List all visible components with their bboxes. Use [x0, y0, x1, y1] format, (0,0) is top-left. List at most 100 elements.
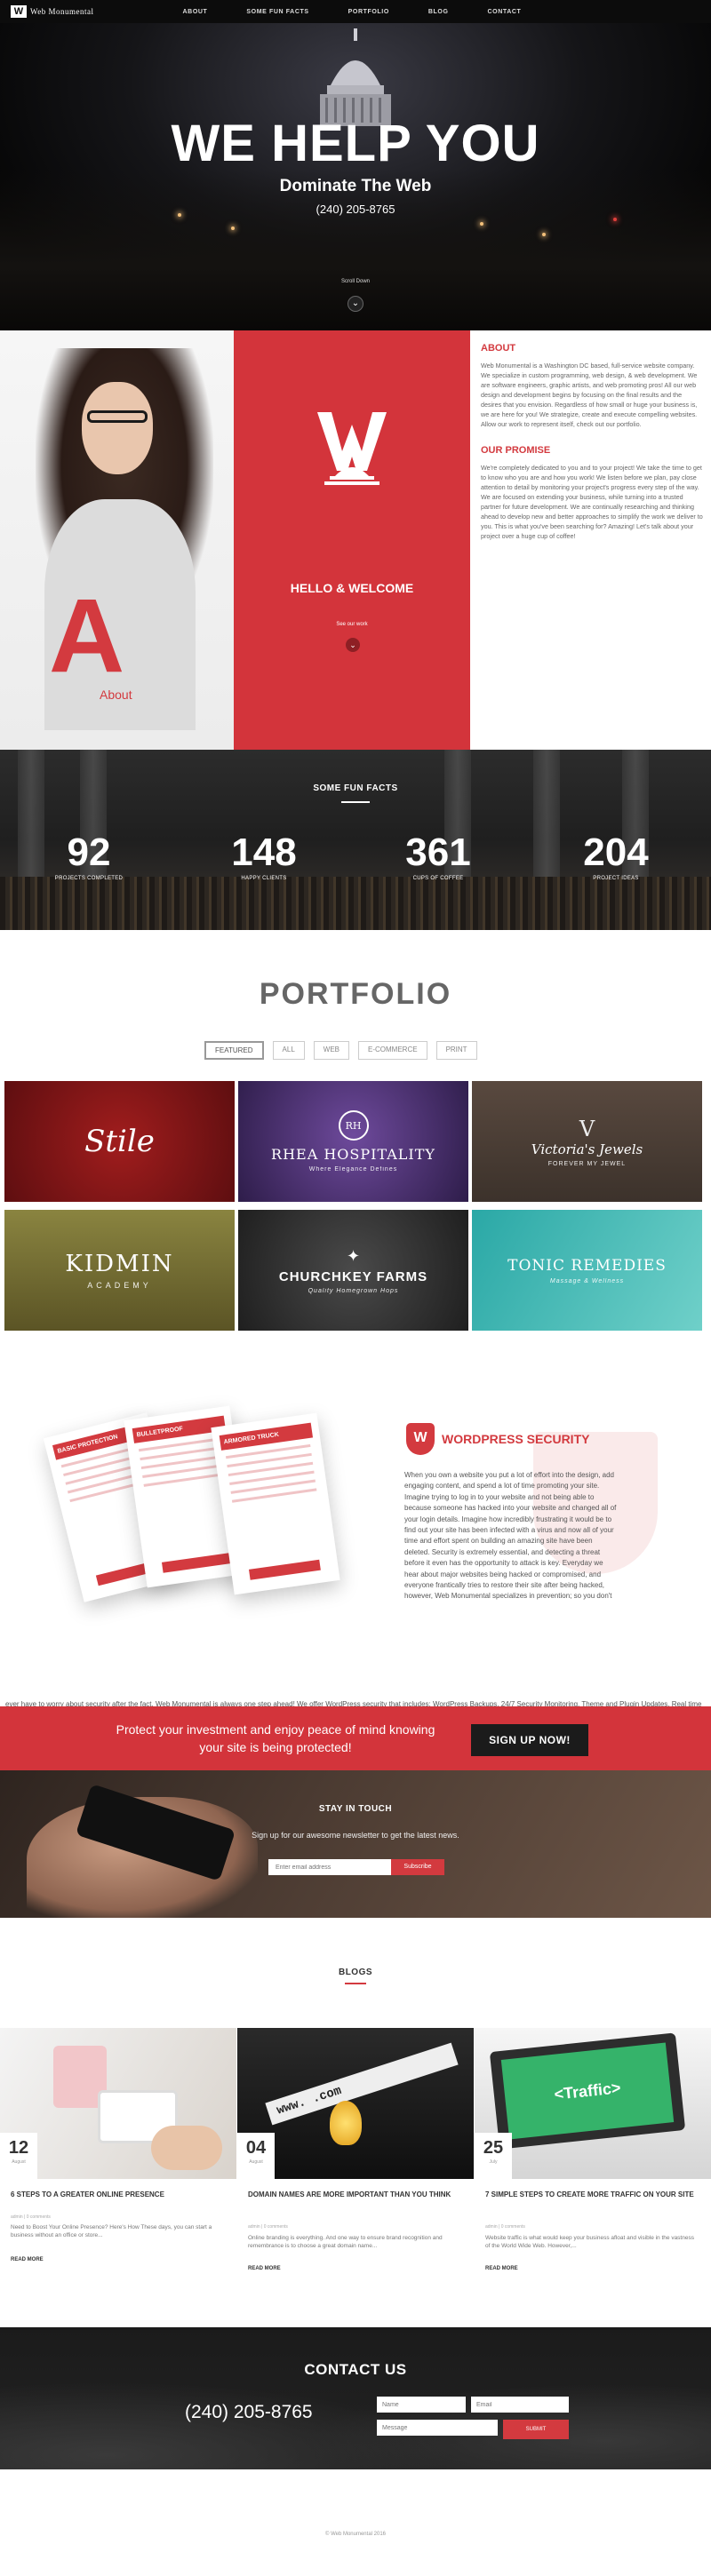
- read-more-link[interactable]: READ MORE: [11, 2257, 44, 2262]
- facts-heading: SOME FUN FACTS: [313, 783, 398, 793]
- security-paragraph: When you own a website you put a lot of …: [404, 1471, 617, 1601]
- contact-name-input[interactable]: [377, 2397, 466, 2413]
- portfolio-subtitle: ACADEMY: [87, 1281, 152, 1290]
- hero-section: WE HELP YOU Dominate The Web (240) 205-8…: [0, 0, 711, 330]
- brand-logo[interactable]: W Web Monumental: [11, 5, 94, 18]
- contact-section: CONTACT US (240) 205-8765 SUBMIT: [0, 2327, 711, 2469]
- contact-phone[interactable]: (240) 205-8765: [185, 2402, 313, 2423]
- street-lamp: [480, 222, 483, 226]
- fact-label: PROJECT IDEAS: [593, 876, 639, 881]
- glasses: [87, 410, 148, 423]
- see-our-work-label[interactable]: See our work: [234, 622, 470, 627]
- portfolio-subtitle: Where Elegance Defines: [308, 1166, 398, 1173]
- portfolio-title: Stile: [84, 1124, 155, 1159]
- portfolio-item-stile[interactable]: Stile: [4, 1081, 235, 1202]
- filter-e-commerce[interactable]: E-COMMERCE: [358, 1041, 427, 1060]
- nav-menu: ABOUT SOME FUN FACTS PORTFOLIO BLOG CONT…: [183, 9, 522, 15]
- portfolio-filters: FEATURED ALL WEB E-COMMERCE PRINT: [204, 1041, 477, 1060]
- brand-name: Web Monumental: [30, 7, 94, 16]
- blog-title[interactable]: 7 SIMPLE STEPS TO CREATE MORE TRAFFIC ON…: [485, 2190, 707, 2199]
- lightbulb-icon: [330, 2101, 362, 2145]
- see-work-button[interactable]: ⌄: [346, 638, 360, 652]
- nav-item-blog[interactable]: BLOG: [428, 9, 449, 15]
- fact-label: CUPS OF COFFEE: [412, 876, 464, 881]
- fact-value: 361: [405, 831, 471, 874]
- filter-print[interactable]: PRINT: [435, 1041, 477, 1060]
- about-text-column: ABOUT Web Monumental is a Washington DC …: [481, 343, 703, 557]
- contact-heading: CONTACT US: [304, 2361, 407, 2378]
- chevron-down-icon: ⌄: [349, 640, 356, 649]
- street-lamp: [542, 233, 546, 236]
- chevron-down-icon: ⌄: [351, 298, 360, 308]
- web-monumental-logo-icon: [317, 412, 387, 485]
- wordpress-shield-icon: W: [406, 1423, 435, 1455]
- portfolio-subtitle: FOREVER MY JEWEL: [547, 1160, 627, 1167]
- portfolio-item-tonic-remedies[interactable]: TONIC REMEDIES Massage & Wellness: [472, 1210, 702, 1331]
- contact-email-input[interactable]: [471, 2397, 569, 2413]
- newsletter-email-input[interactable]: [268, 1859, 391, 1875]
- blog-date-badge: 25 July: [475, 2133, 512, 2179]
- welcome-panel: HELLO & WELCOME See our work ⌄: [234, 330, 470, 750]
- divider: [345, 1983, 366, 1984]
- crowd-background: [0, 877, 711, 930]
- about-paragraph: Web Monumental is a Washington DC based,…: [481, 362, 698, 428]
- plan-card-button[interactable]: [161, 1552, 234, 1573]
- blog-meta: admin | 0 comments: [11, 2214, 51, 2220]
- welcome-title: HELLO & WELCOME: [290, 581, 414, 595]
- portfolio-item-kidmin[interactable]: KIDMIN ACADEMY: [4, 1210, 235, 1331]
- portfolio-title: Victoria's Jewels: [531, 1141, 643, 1157]
- fact-item: 361 CUPS OF COFFEE: [380, 831, 496, 882]
- portfolio-title: CHURCHKEY FARMS: [278, 1268, 428, 1284]
- blog-card[interactable]: <Traffic> 25 July 7 SIMPLE STEPS TO CREA…: [475, 2028, 711, 2286]
- blogs-heading: BLOGS: [338, 1968, 373, 1977]
- nav-item-portfolio[interactable]: PORTFOLIO: [348, 9, 389, 15]
- traffic-light: [613, 218, 617, 221]
- filter-all[interactable]: ALL: [272, 1041, 305, 1060]
- blog-title[interactable]: DOMAIN NAMES ARE MORE IMPORTANT THAN YOU…: [248, 2190, 470, 2199]
- hero-phone[interactable]: (240) 205-8765: [0, 203, 711, 216]
- nav-item-contact[interactable]: CONTACT: [488, 9, 522, 15]
- plan-card-armored-truck[interactable]: ARMORED TRUCK: [211, 1412, 340, 1595]
- signup-cta-banner: Protect your investment and enjoy peace …: [0, 1706, 711, 1770]
- nav-item-fun-facts[interactable]: SOME FUN FACTS: [246, 9, 308, 15]
- fact-item: 148 HAPPY CLIENTS: [206, 831, 322, 882]
- portfolio-item-rhea[interactable]: RH RHEA HOSPITALITY Where Elegance Defin…: [238, 1081, 468, 1202]
- portfolio-subtitle: Massage & Wellness: [549, 1277, 625, 1284]
- blog-title[interactable]: 6 STEPS TO A GREATER ONLINE PRESENCE: [11, 2190, 233, 2199]
- portfolio-subtitle: Quality Homegrown Hops: [308, 1287, 399, 1294]
- filter-web[interactable]: WEB: [313, 1041, 349, 1060]
- blog-date-badge: 04 August: [237, 2133, 275, 2179]
- blog-day: 04: [245, 2138, 267, 2158]
- subscribe-button[interactable]: Subscribe: [391, 1859, 444, 1875]
- fact-label: HAPPY CLIENTS: [241, 876, 287, 881]
- portfolio-title: KIDMIN: [65, 1251, 174, 1277]
- capitol-dome-icon: [320, 28, 391, 126]
- blog-meta: admin | 0 comments: [248, 2224, 288, 2230]
- blog-date-badge: 12 August: [0, 2133, 37, 2179]
- read-more-link[interactable]: READ MORE: [248, 2266, 281, 2271]
- promise-heading: OUR PROMISE: [481, 445, 551, 456]
- filter-featured[interactable]: FEATURED: [204, 1041, 264, 1060]
- blog-card[interactable]: 12 August 6 STEPS TO A GREATER ONLINE PR…: [0, 2028, 236, 2286]
- scroll-down-label: Scroll Down: [340, 279, 370, 284]
- v-monogram-icon: V: [579, 1116, 595, 1141]
- blog-card[interactable]: www. .com 04 August DOMAIN NAMES ARE MOR…: [237, 2028, 474, 2286]
- plan-card-button[interactable]: [248, 1559, 321, 1580]
- sign-up-button[interactable]: SIGN UP NOW!: [471, 1724, 588, 1756]
- portfolio-title: TONIC REMEDIES: [507, 1256, 667, 1275]
- divider: [341, 801, 370, 803]
- contact-message-input[interactable]: [377, 2420, 498, 2436]
- footer-copyright: © Web Monumental 2016: [324, 2532, 386, 2537]
- portfolio-item-churchkey-farms[interactable]: ✦ CHURCHKEY FARMS Quality Homegrown Hops: [238, 1210, 468, 1331]
- portfolio-item-victorias-jewels[interactable]: V Victoria's Jewels FOREVER MY JEWEL: [472, 1081, 702, 1202]
- nav-item-about[interactable]: ABOUT: [183, 9, 208, 15]
- wordpress-security-section: BASIC PROTECTION BULLETPROOF ARMORED TRU…: [0, 1370, 711, 1719]
- fact-value: 92: [67, 831, 111, 874]
- brand-mark-icon: W: [11, 5, 27, 18]
- blog-day: 12: [8, 2138, 29, 2158]
- read-more-link[interactable]: READ MORE: [485, 2266, 518, 2271]
- submit-button[interactable]: SUBMIT: [503, 2420, 569, 2439]
- scroll-down-button[interactable]: ⌄: [348, 296, 363, 312]
- blog-day: 25: [483, 2138, 504, 2158]
- about-section: A About HELLO & WELCOME See our work ⌄ A…: [0, 330, 711, 750]
